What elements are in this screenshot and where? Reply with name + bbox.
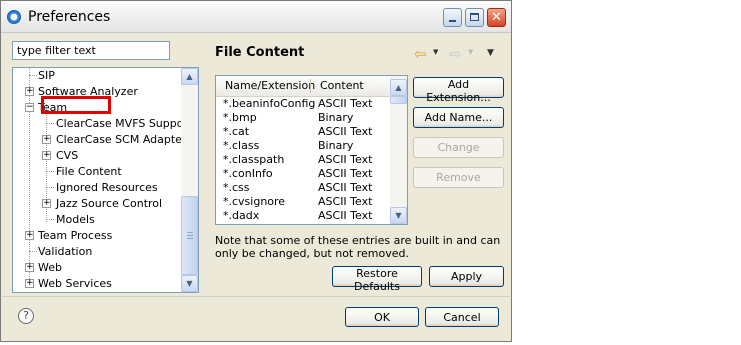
collapse-icon[interactable]: − <box>25 103 34 112</box>
tree-item-label: SIP <box>38 69 55 82</box>
tree-item-label: ClearCase MVFS Support <box>56 117 193 130</box>
tree-item-label: Validation <box>38 245 93 258</box>
minimize-button[interactable] <box>443 8 462 27</box>
ok-button[interactable]: OK <box>345 307 419 327</box>
table-row[interactable]: *.beaninfoConfig ASCII Text <box>216 97 392 111</box>
expand-icon[interactable]: + <box>25 263 34 272</box>
tree-item-label: Jazz Source Control <box>56 197 163 210</box>
minimize-icon <box>449 20 456 22</box>
tree-item-label: Web <box>38 261 62 274</box>
forward-dropdown-icon[interactable]: ▼ <box>468 48 473 56</box>
expand-icon[interactable]: + <box>25 279 34 288</box>
tree-item-label: Ignored Resources <box>56 181 158 194</box>
title-bar[interactable]: Preferences ✕ <box>1 1 511 33</box>
back-arrow-icon[interactable]: ⇦ <box>414 45 427 63</box>
expand-icon[interactable]: + <box>25 231 34 240</box>
maximize-icon <box>470 13 479 21</box>
table-row[interactable]: *.class Binary <box>216 139 392 153</box>
file-content-table: Name/Extension Content *.beaninfoConfig A… <box>215 75 408 225</box>
table-scrollbar[interactable]: ▲ ▼ <box>390 76 407 224</box>
add-name-button[interactable]: Add Name... <box>413 107 504 128</box>
column-header-content[interactable]: Content <box>311 76 391 96</box>
tree-item-label: ClearCase SCM Adapter <box>56 133 187 146</box>
table-row[interactable]: *.cat ASCII Text <box>216 125 392 139</box>
table-header: Name/Extension Content <box>216 76 392 97</box>
page-title: File Content <box>215 45 305 60</box>
close-icon: ✕ <box>491 10 502 25</box>
filter-input[interactable] <box>12 41 170 60</box>
table-row[interactable]: *.bmp Binary <box>216 111 392 125</box>
view-menu-icon[interactable]: ▼ <box>487 48 494 58</box>
window-title: Preferences <box>28 9 111 25</box>
scroll-down-icon[interactable]: ▼ <box>390 207 407 224</box>
expand-icon[interactable]: + <box>42 151 51 160</box>
builtin-entries-note: Note that some of these entries are buil… <box>215 234 501 260</box>
scroll-thumb[interactable] <box>181 196 198 275</box>
table-row[interactable]: *.css ASCII Text <box>216 181 392 195</box>
maximize-button[interactable] <box>465 8 484 27</box>
table-row[interactable]: *.dadx ASCII Text <box>216 209 392 223</box>
table-row[interactable]: *.classpath ASCII Text <box>216 153 392 167</box>
expand-icon[interactable]: + <box>25 87 34 96</box>
expand-icon[interactable]: + <box>42 199 51 208</box>
forward-arrow-icon[interactable]: ⇨ <box>449 45 462 63</box>
help-icon[interactable]: ? <box>18 308 34 324</box>
restore-defaults-button[interactable]: Restore Defaults <box>332 266 422 293</box>
expand-icon[interactable]: + <box>42 135 51 144</box>
remove-button[interactable]: Remove <box>413 167 504 188</box>
tree-item-label: Models <box>56 213 95 226</box>
table-row[interactable]: *.cvsignore ASCII Text <box>216 195 392 209</box>
scroll-up-icon[interactable]: ▲ <box>181 68 198 85</box>
table-row[interactable]: *.conInfo ASCII Text <box>216 167 392 181</box>
column-header-name[interactable]: Name/Extension <box>216 76 315 96</box>
button-bar-divider <box>2 296 510 297</box>
tree-item-label: Web Services <box>38 277 112 290</box>
tree-item-label: File Content <box>56 165 122 178</box>
preferences-dialog: Preferences ✕ SIP + Software Analyzer − … <box>0 0 512 342</box>
scroll-up-icon[interactable]: ▲ <box>390 79 407 96</box>
tree-scrollbar[interactable]: ▲ ▼ <box>181 68 198 292</box>
change-button[interactable]: Change <box>413 137 504 158</box>
file-content-highlight <box>41 96 111 114</box>
cancel-button[interactable]: Cancel <box>425 307 499 327</box>
apply-button[interactable]: Apply <box>429 266 504 287</box>
tree-item-label: CVS <box>56 149 79 162</box>
back-dropdown-icon[interactable]: ▼ <box>433 48 438 56</box>
add-extension-button[interactable]: Add Extension... <box>413 77 504 104</box>
app-icon <box>7 10 21 24</box>
tree-item-label: Team Process <box>38 229 113 242</box>
scroll-down-icon[interactable]: ▼ <box>181 275 198 292</box>
close-button[interactable]: ✕ <box>487 8 506 27</box>
scroll-thumb[interactable] <box>390 96 407 104</box>
